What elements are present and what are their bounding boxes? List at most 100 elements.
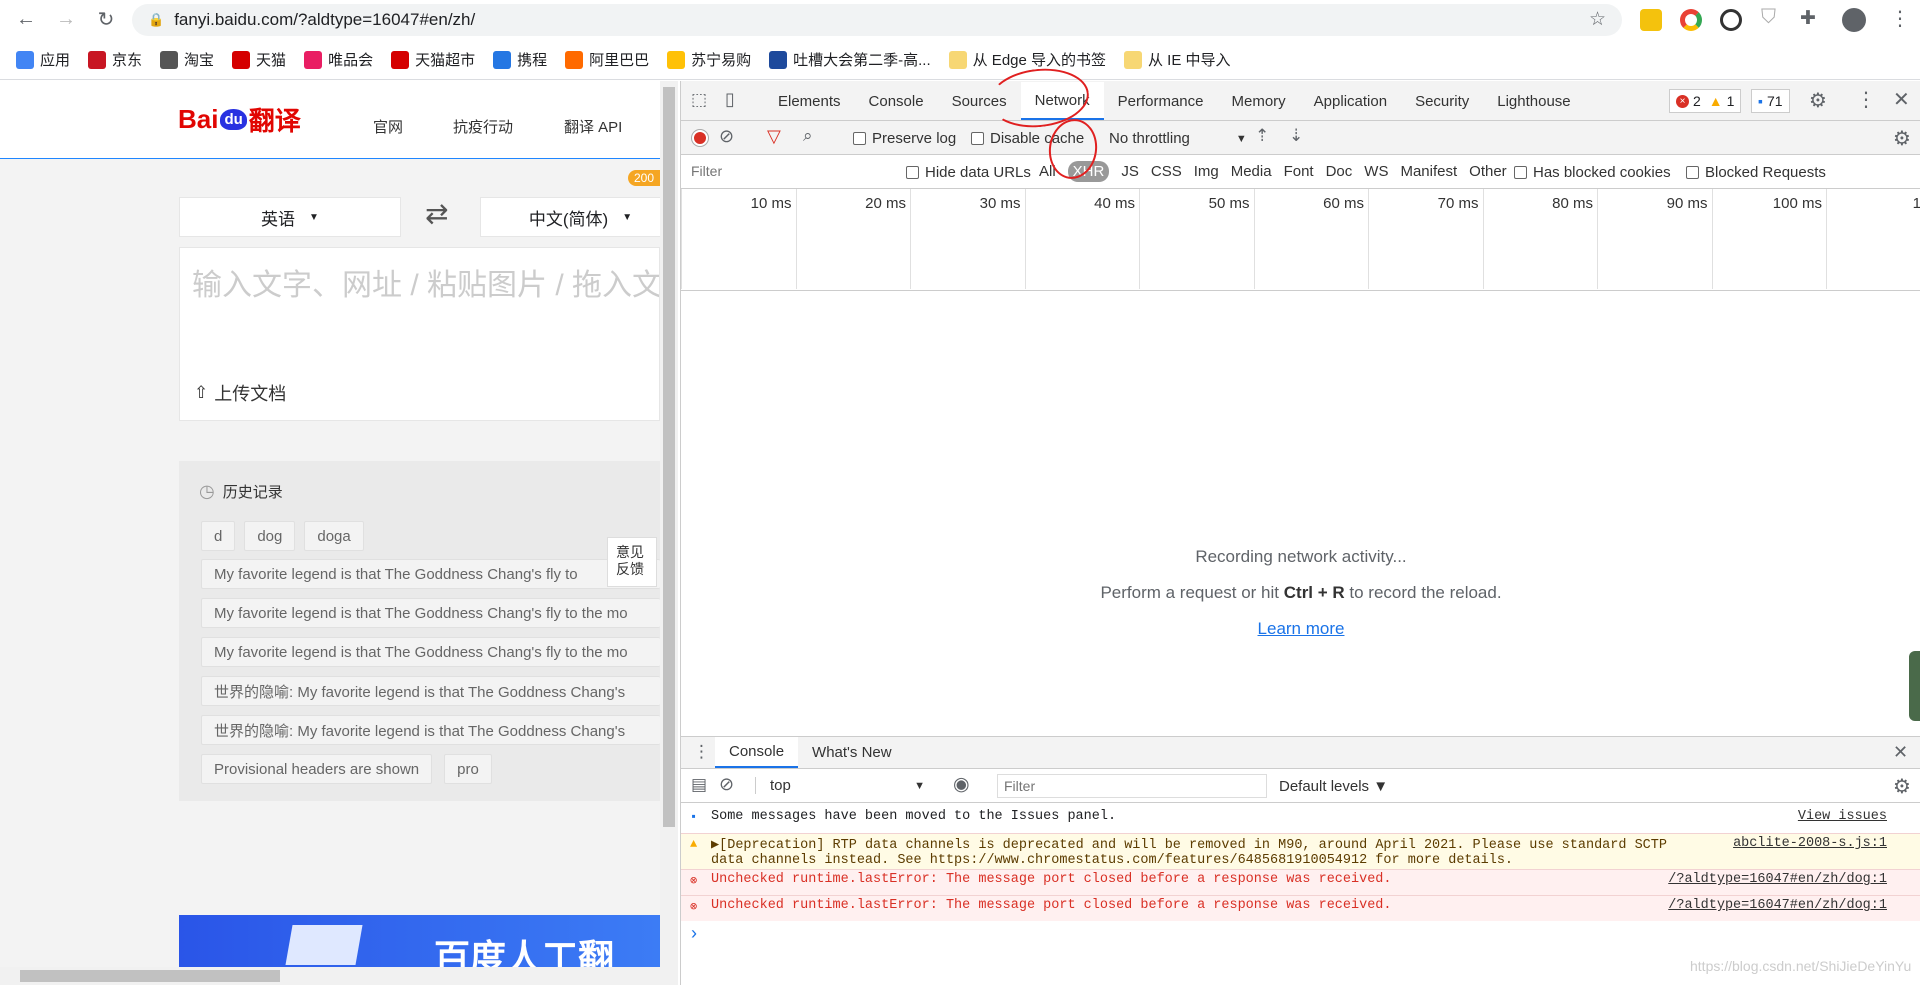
record-button[interactable]: [692, 130, 708, 146]
tab-lighthouse[interactable]: Lighthouse: [1483, 82, 1584, 120]
nav-official[interactable]: 官网: [373, 116, 403, 137]
bookmark-item[interactable]: 天猫超市: [391, 49, 475, 70]
history-word-chip[interactable]: d: [201, 521, 236, 551]
vertical-scrollbar[interactable]: [660, 81, 678, 985]
history-item[interactable]: My favorite legend is that The Goddness …: [201, 598, 660, 628]
console-message[interactable]: ▪ Some messages have been moved to the Is…: [681, 807, 1920, 833]
baidu-logo[interactable]: Bai du 翻译: [178, 101, 301, 138]
extensions-puzzle-icon[interactable]: ✚: [1800, 7, 1816, 30]
issues-counter[interactable]: × 2 ▲ 1: [1669, 89, 1742, 113]
filter-type-manifest[interactable]: Manifest: [1400, 163, 1457, 180]
checkbox[interactable]: [971, 132, 984, 145]
live-expression-eye-icon[interactable]: ◉: [953, 773, 970, 796]
tab-performance[interactable]: Performance: [1104, 82, 1218, 120]
bookmark-item[interactable]: 吐槽大会第二季-高...: [769, 49, 931, 70]
filter-type-font[interactable]: Font: [1284, 163, 1314, 180]
bookmark-item[interactable]: 应用: [16, 49, 70, 70]
extension-shield-icon[interactable]: ⛉: [1761, 6, 1776, 29]
blocked-requests-checkbox[interactable]: Blocked Requests: [1686, 164, 1826, 181]
menu-dots-icon[interactable]: ⋮: [1890, 6, 1910, 31]
address-bar[interactable]: 🔒 fanyi.baidu.com/?aldtype=16047#en/zh/ …: [132, 4, 1622, 36]
tab-security[interactable]: Security: [1401, 82, 1483, 120]
console-message[interactable]: ⊗ Unchecked runtime.lastError: The messag…: [681, 869, 1920, 895]
drawer-tab[interactable]: Console: [715, 737, 799, 768]
network-settings-icon[interactable]: ⚙: [1893, 126, 1911, 151]
tab-console[interactable]: Console: [855, 82, 938, 120]
extension-link-icon[interactable]: [1720, 9, 1742, 31]
console-settings-icon[interactable]: ⚙: [1893, 774, 1911, 799]
console-message[interactable]: ⊗ Unchecked runtime.lastError: The messag…: [681, 895, 1920, 921]
history-word-chip[interactable]: dog: [244, 521, 296, 551]
filter-type-css[interactable]: CSS: [1151, 163, 1182, 180]
console-message[interactable]: ▲ ▶[Deprecation] RTP data channels is dep…: [681, 833, 1920, 869]
filter-type-js[interactable]: JS: [1121, 163, 1139, 180]
history-item[interactable]: Provisional headers are shown: [201, 754, 433, 784]
tab-application[interactable]: Application: [1300, 82, 1401, 120]
swap-lang-icon[interactable]: ⇄: [425, 197, 448, 230]
history-item[interactable]: My favorite legend is that The Goddness …: [201, 637, 660, 667]
drawer-tab[interactable]: What's New: [798, 737, 906, 768]
settings-gear-icon[interactable]: ⚙: [1809, 88, 1827, 113]
close-devtools-icon[interactable]: ✕: [1893, 87, 1910, 112]
extension-g-icon[interactable]: [1640, 9, 1662, 31]
hide-data-urls-checkbox[interactable]: Hide data URLs: [906, 164, 1031, 181]
scrollbar-thumb[interactable]: [20, 970, 280, 982]
context-select[interactable]: top ▼: [755, 777, 925, 794]
checkbox[interactable]: [853, 132, 866, 145]
filter-type-other[interactable]: Other: [1469, 163, 1507, 180]
preserve-log-checkbox[interactable]: Preserve log: [853, 130, 956, 147]
reload-icon[interactable]: ↻: [88, 7, 124, 32]
log-levels-select[interactable]: Default levels ▼: [1279, 778, 1388, 795]
filter-type-doc[interactable]: Doc: [1326, 163, 1353, 180]
export-har-icon[interactable]: ⇣: [1289, 126, 1303, 146]
console-filter-input[interactable]: [997, 774, 1267, 798]
forward-icon[interactable]: →: [48, 8, 84, 31]
filter-funnel-icon[interactable]: ▽: [767, 126, 781, 147]
blocked-cookies-checkbox[interactable]: Has blocked cookies: [1514, 164, 1671, 181]
network-filter-input[interactable]: [687, 160, 895, 182]
console-source-link[interactable]: /?aldtype=16047#en/zh/dog:1: [1668, 898, 1887, 921]
checkbox[interactable]: [906, 166, 919, 179]
bookmark-item[interactable]: 天猫: [232, 49, 286, 70]
throttling-select[interactable]: No throttling ▼: [1109, 130, 1247, 147]
history-item[interactable]: 世界的隐喻: My favorite legend is that The Go…: [201, 676, 660, 706]
bookmark-item[interactable]: 京东: [88, 49, 142, 70]
checkbox[interactable]: [1686, 166, 1699, 179]
console-prompt-icon[interactable]: ›: [691, 923, 697, 944]
search-icon[interactable]: ⌕: [803, 126, 813, 146]
filter-type-img[interactable]: Img: [1194, 163, 1219, 180]
device-toolbar-icon[interactable]: ▯: [725, 89, 735, 110]
messages-counter[interactable]: ▪ 71: [1751, 89, 1790, 113]
network-timeline-overview[interactable]: 10 ms 20 ms 30 ms 40 ms 50 ms 60 ms 70 ms 80 ms…: [681, 189, 1920, 291]
promo-banner[interactable]: 百度人工翻: [179, 915, 660, 967]
clear-console-icon[interactable]: ⊘: [719, 774, 734, 795]
bookmark-item[interactable]: 从 IE 中导入: [1124, 49, 1231, 70]
more-options-icon[interactable]: ⋮: [1856, 87, 1876, 112]
console-source-link[interactable]: /?aldtype=16047#en/zh/dog:1: [1668, 872, 1887, 895]
bookmark-item[interactable]: 从 Edge 导入的书签: [948, 49, 1106, 70]
close-drawer-icon[interactable]: ✕: [1893, 742, 1908, 763]
filter-type-ws[interactable]: WS: [1364, 163, 1388, 180]
star-icon[interactable]: ☆: [1589, 8, 1606, 31]
history-item[interactable]: My favorite legend is that The Goddness …: [201, 559, 660, 589]
target-lang-select[interactable]: 中文(简体) ▼: [480, 197, 660, 237]
source-lang-select[interactable]: 英语 ▼: [179, 197, 401, 237]
tab-memory[interactable]: Memory: [1218, 82, 1300, 120]
checkbox[interactable]: [1514, 166, 1527, 179]
bookmark-item[interactable]: 阿里巴巴: [565, 49, 649, 70]
console-source-link[interactable]: abclite-2008-s.js:1: [1733, 836, 1887, 869]
side-handle[interactable]: [1909, 651, 1920, 721]
console-source-link[interactable]: View issues: [1798, 809, 1887, 833]
bookmark-item[interactable]: 唯品会: [304, 49, 373, 70]
history-item[interactable]: 世界的隐喻: My favorite legend is that The Go…: [201, 715, 660, 745]
bookmark-item[interactable]: 淘宝: [160, 49, 214, 70]
history-word-chip[interactable]: doga: [304, 521, 364, 551]
nav-api[interactable]: 翻译 API: [564, 116, 622, 137]
bookmark-item[interactable]: 苏宁易购: [667, 49, 751, 70]
drawer-menu-icon[interactable]: ⋮: [693, 742, 710, 762]
filter-type-media[interactable]: Media: [1231, 163, 1272, 180]
feedback-button[interactable]: 意见 反馈: [607, 537, 657, 587]
nav-covid[interactable]: 抗疫行动: [453, 116, 513, 137]
clear-icon[interactable]: ⊘: [719, 126, 734, 147]
import-har-icon[interactable]: ⇡: [1255, 126, 1269, 146]
